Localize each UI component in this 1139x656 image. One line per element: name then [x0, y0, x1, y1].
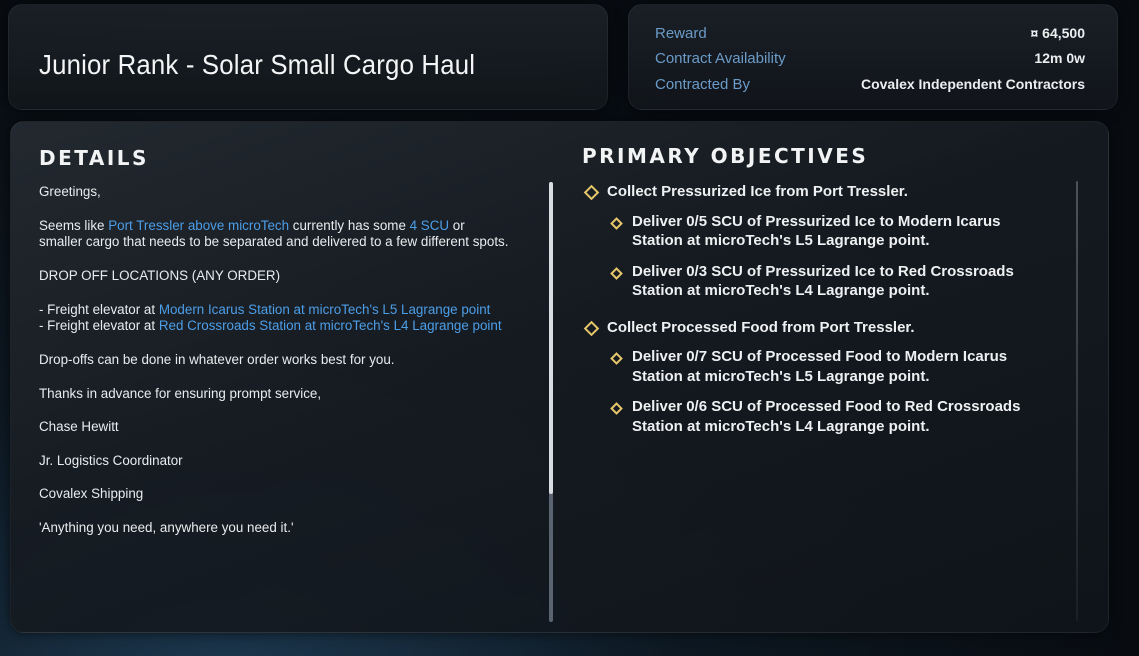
objective-subitem: Deliver 0/7 SCU of Processed Food to Mod… [583, 347, 1053, 386]
cargo-size-highlight: 4 SCU [409, 217, 450, 233]
location-link-modern-icarus: Modern Icarus Station at microTech's L5 … [158, 301, 491, 317]
details-text[interactable]: Greetings, Seems like Port Tressler abov… [39, 184, 509, 554]
objective-item: Collect Processed Food from Port Tressle… [583, 318, 1053, 338]
objective-subitem: Deliver 0/3 SCU of Pressurized Ice to Re… [583, 262, 1053, 301]
signature-company: Covalex Shipping [39, 486, 144, 502]
contract-info-panel: Reward ¤ 64,500 Contract Availability 12… [628, 4, 1118, 110]
contracted-by-value: Covalex Independent Contractors [860, 76, 1085, 92]
dropoff-heading: DROP OFF LOCATIONS (ANY ORDER) [39, 267, 281, 283]
contracted-by-row: Contracted By Covalex Independent Contra… [655, 73, 1085, 95]
details-greeting: Greetings, [39, 184, 101, 199]
details-heading: DETAILS [39, 146, 149, 170]
diamond-icon [583, 184, 600, 201]
availability-value: 12m 0w [1034, 50, 1085, 66]
location-link-port-tressler: Port Tressler above microTech [108, 217, 290, 233]
signature-name: Chase Hewitt [39, 419, 119, 435]
contracted-by-label: Contracted By [655, 75, 751, 93]
contract-title-panel: Junior Rank - Solar Small Cargo Haul [8, 4, 608, 110]
contract-title: Junior Rank - Solar Small Cargo Haul [39, 49, 476, 80]
availability-row: Contract Availability 12m 0w [655, 47, 1085, 69]
reward-row: Reward ¤ 64,500 [655, 22, 1085, 44]
objectives-scrollbar[interactable] [1076, 181, 1078, 621]
diamond-icon [583, 320, 600, 336]
details-order-note: Drop-offs can be done in whatever order … [39, 351, 395, 367]
objective-item: Collect Pressurized Ice from Port Tressl… [583, 182, 1053, 202]
contract-main-panel: DETAILS Greetings, Seems like Port Tress… [10, 121, 1109, 633]
details-scrollbar-thumb[interactable] [549, 182, 553, 494]
reward-value: ¤ 64,500 [1030, 25, 1086, 41]
details-thanks: Thanks in advance for ensuring prompt se… [39, 385, 322, 401]
objective-subitem: Deliver 0/6 SCU of Processed Food to Red… [583, 397, 1053, 436]
diamond-icon [610, 216, 623, 230]
signature-title: Jr. Logistics Coordinator [39, 452, 183, 468]
objectives-list: Collect Pressurized Ice from Port Tressl… [583, 182, 1053, 447]
details-paragraph-intro: Seems like Port Tressler above microTech… [39, 217, 509, 250]
diamond-icon [610, 266, 623, 280]
signature-motto: 'Anything you need, anywhere you need it… [39, 519, 294, 535]
diamond-icon [610, 352, 623, 365]
diamond-icon [610, 402, 623, 415]
objectives-heading: PRIMARY OBJECTIVES [582, 144, 869, 168]
objective-subitem: Deliver 0/5 SCU of Pressurized Ice to Mo… [583, 212, 1053, 251]
details-scrollbar[interactable] [549, 182, 553, 622]
availability-label: Contract Availability [655, 49, 786, 67]
dropoff-locations: - Freight elevator at Modern Icarus Stat… [39, 301, 502, 334]
location-link-red-crossroads: Red Crossroads Station at microTech's L4… [158, 318, 502, 334]
reward-label: Reward [655, 24, 707, 42]
